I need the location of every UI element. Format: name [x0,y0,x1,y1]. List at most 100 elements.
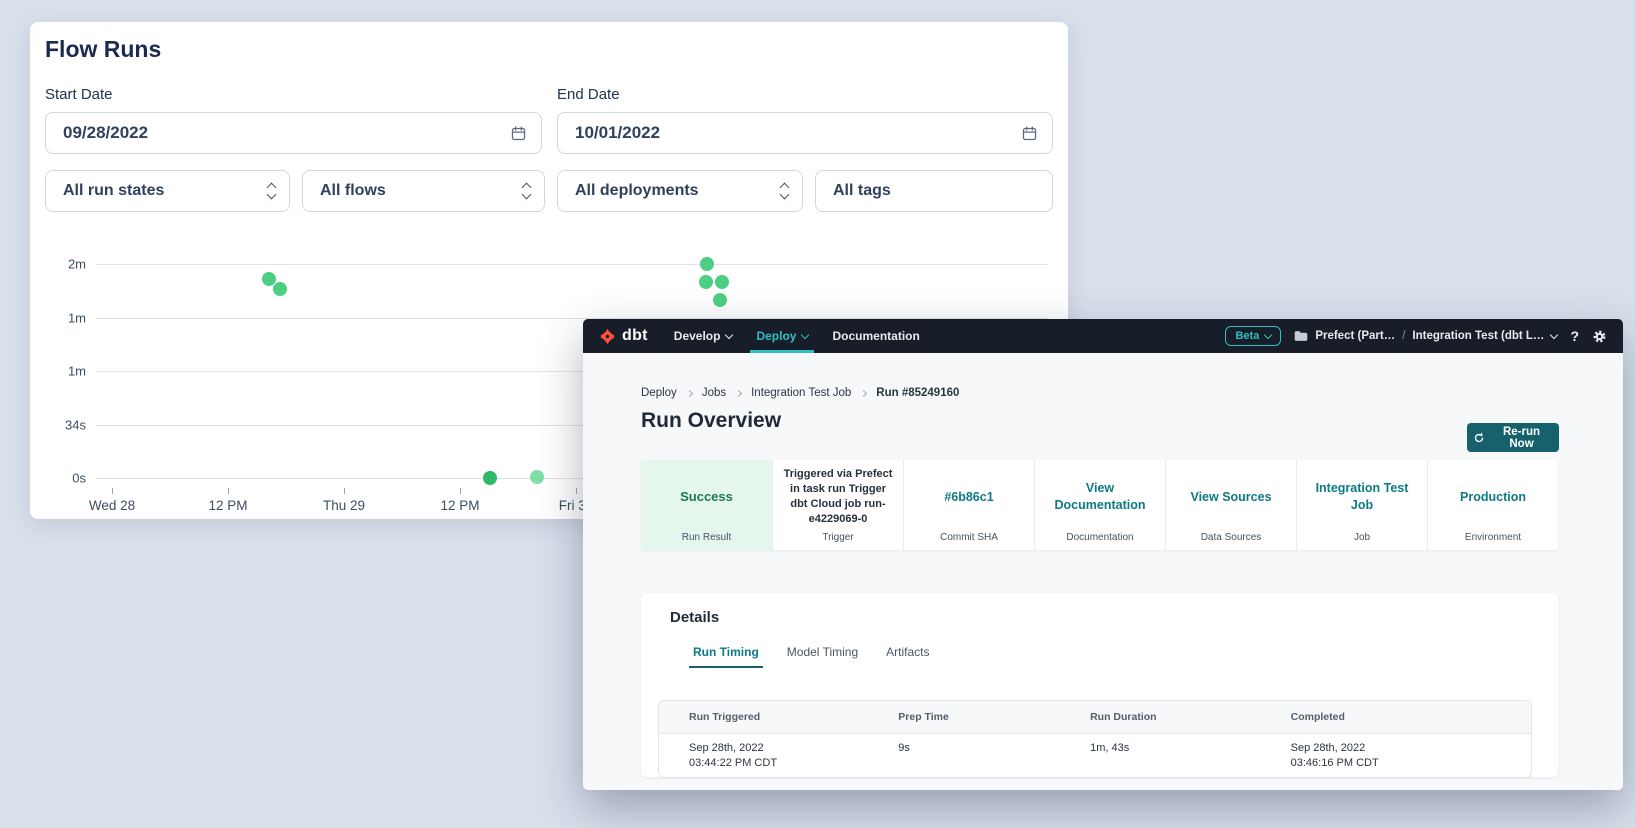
refresh-icon [1473,432,1485,444]
table-row: Sep 28th, 2022 03:44:22 PM CDT 9s 1m, 43… [659,734,1531,777]
run-result-caption: Run Result [641,532,772,543]
chart-gridline [96,264,1048,265]
run-triggered-cell: Sep 28th, 2022 03:44:22 PM CDT [659,734,868,777]
breadcrumb-separator: / [1402,330,1405,342]
chevron-down-icon [725,330,733,338]
chevron-down-icon [1264,330,1272,338]
details-tabs: Run Timing Model Timing Artifacts [693,645,930,668]
y-axis-tick-label: 1m [30,311,86,326]
prep-time-cell: 9s [868,734,1060,777]
x-axis-tick [344,488,345,494]
x-axis-tick [228,488,229,494]
flow-run-point[interactable] [530,470,544,484]
details-card: Details Run Timing Model Timing Artifact… [641,593,1558,777]
chevron-down-icon [1550,330,1558,338]
nav-deploy-label: Deploy [756,329,796,343]
run-triggered-date: Sep 28th, 2022 [689,742,858,754]
environment-card: Production Environment [1427,460,1558,550]
documentation-card: View Documentation Documentation [1034,460,1165,550]
run-result-value: Success [680,488,733,506]
tab-artifacts[interactable]: Artifacts [886,645,929,668]
navbar-right-group: Beta Prefect (Part… / Integration Test (… [1225,326,1607,346]
documentation-caption: Documentation [1035,532,1165,543]
y-axis-tick-label: 1m [30,364,86,379]
commit-sha-link[interactable]: #6b86c1 [944,489,993,506]
run-summary-cards: Success Run Result Triggered via Prefect… [641,460,1558,550]
commit-sha-caption: Commit SHA [904,532,1034,543]
x-axis-tick-label: Wed 28 [89,498,135,513]
flow-run-point[interactable] [483,471,497,485]
rerun-now-label: Re-run Now [1490,426,1553,450]
dbt-logo-text: dbt [622,327,648,345]
job-link[interactable]: Integration Test Job [1305,480,1419,514]
col-run-triggered: Run Triggered [659,701,868,733]
breadcrumb-jobs[interactable]: Jobs [702,387,726,399]
trigger-value: Triggered via Prefect in task run Trigge… [781,467,895,526]
completed-time: 03:46:16 PM CDT [1291,757,1521,769]
col-run-duration: Run Duration [1060,701,1261,733]
project-name: Integration Test (dbt L… [1412,330,1544,342]
view-sources-link[interactable]: View Sources [1190,489,1271,506]
gear-icon[interactable] [1592,329,1607,344]
breadcrumb: Deploy Jobs Integration Test Job Run #85… [641,387,959,399]
x-axis-tick-label: 12 PM [208,498,247,513]
nav-documentation-label: Documentation [832,329,919,343]
y-axis-tick-label: 34s [30,418,86,433]
x-axis-tick-label: Thu 29 [323,498,365,513]
nav-develop-label: Develop [674,329,721,343]
completed-date: Sep 28th, 2022 [1291,742,1521,754]
nav-develop[interactable]: Develop [674,319,733,353]
breadcrumb-deploy[interactable]: Deploy [641,387,677,399]
run-triggered-time: 03:44:22 PM CDT [689,757,858,769]
flow-run-point[interactable] [715,275,729,289]
folder-icon [1294,330,1308,342]
flow-run-point[interactable] [700,257,714,271]
data-sources-card: View Sources Data Sources [1165,460,1296,550]
chevron-right-icon [735,389,742,396]
project-selector[interactable]: Prefect (Part… / Integration Test (dbt L… [1294,330,1557,342]
y-axis-tick-label: 2m [30,257,86,272]
dbt-top-navbar: dbt Develop Deploy Documentation Beta [583,319,1623,353]
run-timing-table: Run Triggered Prep Time Run Duration Com… [658,700,1532,778]
data-sources-caption: Data Sources [1166,532,1296,543]
x-axis-tick [576,488,577,494]
trigger-caption: Trigger [773,532,903,543]
breadcrumb-job-name[interactable]: Integration Test Job [751,387,851,399]
dbt-logo-icon [599,328,616,345]
dbt-cloud-window: dbt Develop Deploy Documentation Beta [583,319,1623,790]
tab-run-timing[interactable]: Run Timing [693,645,759,668]
table-header-row: Run Triggered Prep Time Run Duration Com… [659,701,1531,734]
beta-label: Beta [1235,330,1259,342]
flow-run-point[interactable] [699,275,713,289]
help-icon[interactable]: ? [1570,328,1579,344]
col-completed: Completed [1261,701,1531,733]
tab-model-timing[interactable]: Model Timing [787,645,858,668]
environment-link[interactable]: Production [1460,489,1526,506]
x-axis-tick-label: 12 PM [440,498,479,513]
flow-run-point[interactable] [273,282,287,296]
account-name: Prefect (Part… [1315,330,1395,342]
job-card: Integration Test Job Job [1296,460,1427,550]
dbt-logo[interactable]: dbt [599,327,648,345]
view-documentation-link[interactable]: View Documentation [1043,480,1157,514]
beta-toggle[interactable]: Beta [1225,326,1281,346]
job-caption: Job [1297,532,1427,543]
x-axis-tick [112,488,113,494]
nav-documentation[interactable]: Documentation [832,319,919,353]
flow-run-point[interactable] [713,293,727,307]
commit-sha-card: #6b86c1 Commit SHA [903,460,1034,550]
details-title: Details [670,609,719,626]
completed-cell: Sep 28th, 2022 03:46:16 PM CDT [1261,734,1531,777]
chevron-right-icon [860,389,867,396]
breadcrumb-run-id: Run #85249160 [876,387,959,399]
chevron-right-icon [686,389,693,396]
col-prep-time: Prep Time [868,701,1060,733]
rerun-now-button[interactable]: Re-run Now [1467,423,1559,452]
run-result-card: Success Run Result [641,460,772,550]
trigger-card: Triggered via Prefect in task run Trigge… [772,460,903,550]
chevron-down-icon [801,330,809,338]
run-overview-title: Run Overview [641,409,781,433]
nav-deploy[interactable]: Deploy [756,319,808,353]
environment-caption: Environment [1428,532,1558,543]
x-axis-tick [460,488,461,494]
